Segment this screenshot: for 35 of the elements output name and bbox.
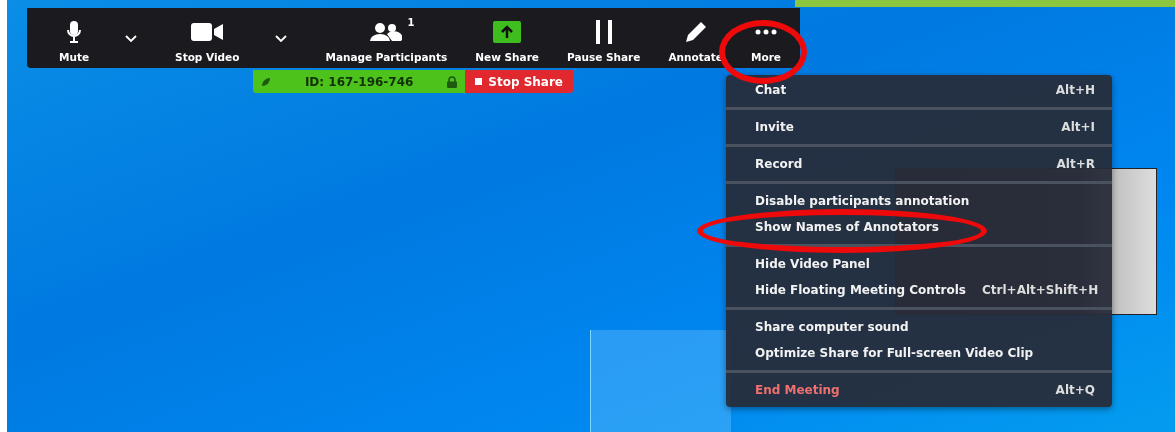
pencil-icon: [684, 21, 707, 43]
caret-icon: [125, 34, 138, 42]
toolbar-button[interactable]: Mute: [45, 8, 104, 68]
shortcut-label: Alt+H: [1055, 83, 1095, 97]
menu-item[interactable]: Share computer sound: [755, 320, 909, 334]
shortcut-label: Alt+Q: [1055, 383, 1095, 397]
toolbar-button[interactable]: Stop Video: [161, 8, 254, 68]
meeting-id: ID: 167-196-746: [303, 74, 415, 89]
menu-item[interactable]: End Meeting: [755, 383, 840, 397]
menu-item[interactable]: Disable participants annotation: [755, 194, 970, 208]
pause-icon: [593, 20, 614, 44]
ellipsis-icon: [754, 29, 777, 35]
menu-item[interactable]: Hide Video Panel: [755, 257, 870, 271]
shortcut-label: Ctrl+Alt+Shift+H: [982, 283, 1099, 297]
caret-icon: [275, 34, 288, 42]
menu-item[interactable]: Chat: [755, 83, 787, 97]
toolbar-button[interactable]: More: [736, 8, 795, 68]
people-icon: [370, 23, 403, 41]
menu-item[interactable]: Show Names of Annotators: [755, 220, 939, 234]
shortcut-label: Alt+I: [1061, 120, 1095, 134]
toolbar-button[interactable]: New Share: [461, 8, 553, 68]
toolbar-button[interactable]: Annotate: [654, 8, 737, 68]
toolbar-button[interactable]: 1 Manage Participants: [311, 8, 462, 68]
participant-count: 1: [407, 17, 415, 28]
lock-icon: [447, 75, 458, 88]
shortcut-label: Alt+R: [1056, 157, 1095, 171]
video-camera-icon: [191, 23, 224, 41]
microphone-icon: [67, 21, 82, 43]
menu-item[interactable]: Invite: [755, 120, 794, 134]
leaf-icon: [261, 76, 271, 87]
stop-share-button[interactable]: Stop Share: [465, 70, 573, 93]
menu-item[interactable]: Optimize Share for Full-screen Video Clip: [755, 346, 1034, 360]
menu-item[interactable]: Hide Floating Meeting Controls: [755, 283, 966, 297]
menu-item[interactable]: Record: [755, 157, 803, 171]
toolbar-button[interactable]: Pause Share: [553, 8, 655, 68]
